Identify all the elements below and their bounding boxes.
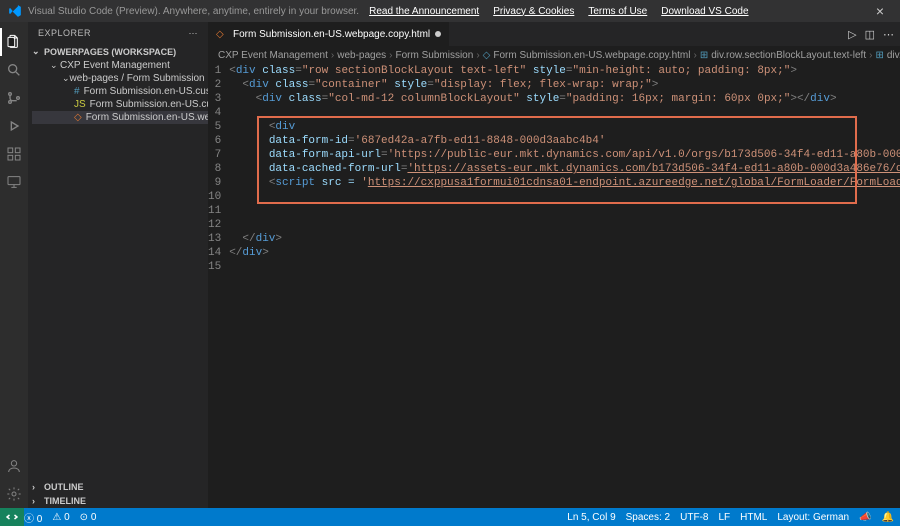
- tree-folder-webpages[interactable]: ⌄ web-pages / Form Submission: [32, 72, 208, 85]
- link-announcement[interactable]: Read the Announcement: [369, 6, 479, 17]
- sidebar-more-icon[interactable]: ⋯: [189, 28, 199, 39]
- dirty-dot-icon: [435, 31, 441, 37]
- tabs-row: ◇ Form Submission.en-US.webpage.copy.htm…: [208, 22, 900, 46]
- bell-icon[interactable]: 🔔: [882, 512, 894, 523]
- chevron-right-icon: ›: [32, 496, 42, 506]
- split-editor-icon[interactable]: ◫: [865, 28, 875, 41]
- link-download[interactable]: Download VS Code: [661, 6, 748, 17]
- search-icon[interactable]: [0, 56, 28, 84]
- run-icon[interactable]: ▷: [848, 28, 856, 41]
- chevron-down-icon: ⌄: [32, 46, 42, 57]
- status-eol[interactable]: LF: [718, 512, 730, 523]
- html-file-icon: ◇: [483, 50, 491, 61]
- breadcrumbs[interactable]: CXP Event Management› web-pages› Form Su…: [208, 46, 900, 64]
- tree-file-js[interactable]: JS Form Submission.en-US.customjs.js: [32, 98, 208, 111]
- status-lang[interactable]: HTML: [740, 512, 767, 523]
- account-icon[interactable]: [0, 452, 28, 480]
- status-encoding[interactable]: UTF-8: [680, 512, 708, 523]
- sidebar-title: EXPLORER ⋯: [28, 22, 208, 44]
- close-icon[interactable]: ×: [868, 3, 892, 19]
- status-lncol[interactable]: Ln 5, Col 9: [567, 512, 615, 523]
- chevron-down-icon: ⌄: [50, 60, 60, 71]
- product-tagline: Anywhere, anytime, entirely in your brow…: [163, 6, 359, 17]
- status-warnings[interactable]: ⚠ 0: [52, 512, 69, 523]
- activity-bar: [0, 22, 28, 508]
- link-privacy[interactable]: Privacy & Cookies: [493, 6, 574, 17]
- remote-indicator-icon[interactable]: [0, 508, 24, 526]
- titlebar-links: Read the Announcement Privacy & Cookies …: [369, 6, 748, 17]
- status-bar: ⓧ 0 ⚠ 0 ⊙ 0 Ln 5, Col 9 Spaces: 2 UTF-8 …: [0, 508, 900, 526]
- workspace-header[interactable]: ⌄ POWERPAGES (WORKSPACE): [28, 44, 208, 59]
- code-editor[interactable]: 123 456 789 101112 131415 <div class="ro…: [208, 64, 900, 508]
- explorer-icon[interactable]: [0, 28, 28, 56]
- code-content[interactable]: <div class="row sectionBlockLayout text-…: [229, 64, 900, 508]
- tree-folder-root[interactable]: ⌄ CXP Event Management: [32, 59, 208, 72]
- css-file-icon: #: [74, 86, 80, 97]
- sidebar: EXPLORER ⋯ ⌄ POWERPAGES (WORKSPACE) ⌄ CX…: [28, 22, 208, 508]
- feedback-icon[interactable]: 📣: [859, 512, 871, 523]
- line-gutter: 123 456 789 101112 131415: [208, 64, 229, 508]
- gear-icon[interactable]: [0, 480, 28, 508]
- tab-label: Form Submission.en-US.webpage.copy.html: [233, 29, 430, 40]
- tab-active[interactable]: ◇ Form Submission.en-US.webpage.copy.htm…: [208, 22, 450, 46]
- brackets-icon: ⊞: [700, 50, 708, 61]
- editor-area: ◇ Form Submission.en-US.webpage.copy.htm…: [208, 22, 900, 508]
- html-file-icon: ◇: [216, 29, 228, 40]
- js-file-icon: JS: [74, 99, 86, 110]
- link-terms[interactable]: Terms of Use: [588, 6, 647, 17]
- source-control-icon[interactable]: [0, 84, 28, 112]
- status-layout[interactable]: Layout: German: [777, 512, 849, 523]
- tree-file-css[interactable]: # Form Submission.en-US.customcss.css: [32, 85, 208, 98]
- product-name: Visual Studio Code (Preview).: [28, 6, 161, 17]
- html-file-icon: ◇: [74, 112, 82, 123]
- chevron-right-icon: ›: [32, 482, 42, 492]
- tree-file-html[interactable]: ◇ Form Submission.en-US.webpage.copy...: [32, 111, 208, 124]
- brackets-icon: ⊞: [875, 50, 883, 61]
- title-bar: Visual Studio Code (Preview). Anywhere, …: [0, 0, 900, 22]
- status-errors[interactable]: ⓧ 0: [24, 510, 42, 525]
- extensions-icon[interactable]: [0, 140, 28, 168]
- remote-explorer-icon[interactable]: [0, 168, 28, 196]
- status-ports[interactable]: ⊙ 0: [80, 512, 97, 523]
- outline-header[interactable]: › OUTLINE: [28, 480, 208, 494]
- more-icon[interactable]: ⋯: [883, 28, 894, 41]
- chevron-down-icon: ⌄: [62, 73, 70, 84]
- timeline-header[interactable]: › TIMELINE: [28, 494, 208, 508]
- debug-icon[interactable]: [0, 112, 28, 140]
- file-tree: ⌄ CXP Event Management ⌄ web-pages / For…: [28, 59, 208, 124]
- status-spaces[interactable]: Spaces: 2: [626, 512, 670, 523]
- vscode-icon: [8, 4, 22, 18]
